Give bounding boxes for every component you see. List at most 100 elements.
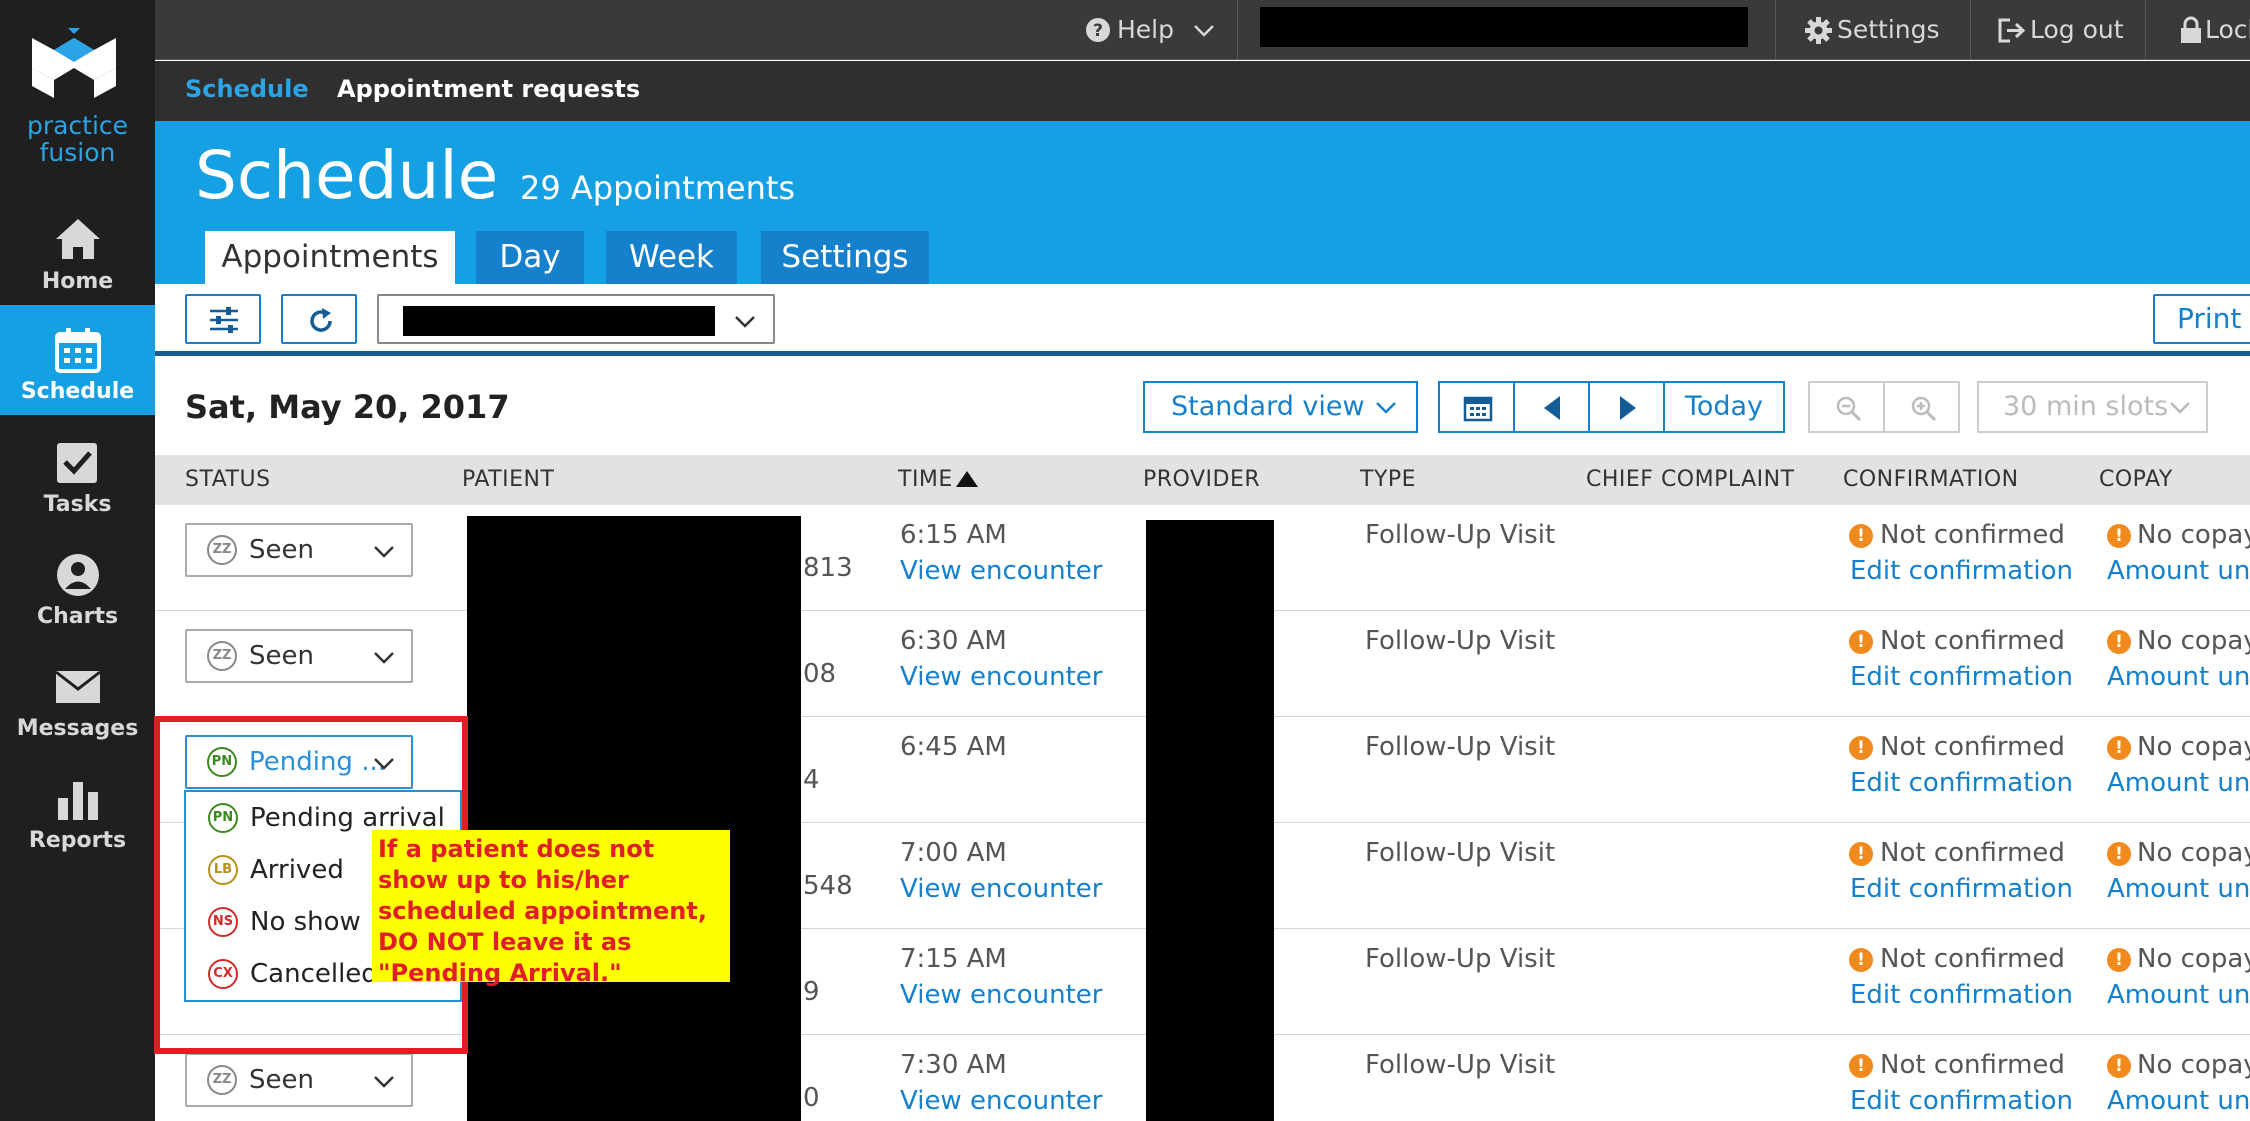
redacted-user-name <box>1260 7 1748 47</box>
zoom-in-button[interactable] <box>1883 381 1960 433</box>
bar-chart-icon <box>57 782 98 820</box>
appointment-type: Follow-Up Visit <box>1365 1050 1556 1080</box>
status-label: Seen <box>249 535 314 565</box>
logout-label: Log out <box>2030 15 2124 44</box>
chevron-down-icon <box>735 316 755 328</box>
warning-icon: ! <box>2107 524 2131 548</box>
confirmation-status: Not confirmed <box>1880 732 2065 762</box>
appointment-time: 6:15 AM <box>900 520 1007 550</box>
warning-icon: ! <box>2107 842 2131 866</box>
view-encounter-link[interactable]: View encounter <box>900 874 1102 904</box>
warning-icon: ! <box>1849 524 1873 548</box>
provider-select[interactable] <box>377 294 775 344</box>
settings-link[interactable]: Settings <box>1805 0 1955 60</box>
tab-day[interactable]: Day <box>476 231 584 284</box>
view-encounter-link[interactable]: View encounter <box>900 1086 1102 1116</box>
edit-confirmation-link[interactable]: Edit confirmation <box>1850 556 2073 586</box>
refresh-button[interactable] <box>281 294 357 344</box>
edit-confirmation-link[interactable]: Edit confirmation <box>1850 768 2073 798</box>
column-time[interactable]: TIME <box>898 455 953 505</box>
svg-text:?: ? <box>1093 21 1103 41</box>
view-encounter-link[interactable]: View encounter <box>900 980 1102 1010</box>
top-bar: ? Help Settings Log out Lock <box>155 0 2250 60</box>
lock-icon <box>2181 16 2201 43</box>
edit-confirmation-link[interactable]: Edit confirmation <box>1850 662 2073 692</box>
view-encounter-link[interactable]: View encounter <box>900 556 1102 586</box>
sub-navigation: Schedule Appointment requests <box>155 61 2250 121</box>
copay-amount-link[interactable]: Amount unk <box>2107 980 2250 1010</box>
patient-id-fragment: 548 <box>803 871 853 901</box>
appointment-type: Follow-Up Visit <box>1365 838 1556 868</box>
column-type[interactable]: TYPE <box>1360 455 1416 505</box>
warning-icon: ! <box>1849 948 1873 972</box>
appointment-count: 29 Appointments <box>520 169 796 207</box>
sidebar-item-home[interactable]: Home <box>0 195 155 305</box>
copay-status: No copay <box>2137 1050 2250 1080</box>
tab-appointments[interactable]: Appointments <box>205 231 455 284</box>
copay-amount-link[interactable]: Amount unk <box>2107 874 2250 904</box>
status-dropdown[interactable]: ZZ Seen <box>185 629 413 683</box>
column-copay[interactable]: COPAY <box>2099 455 2173 505</box>
patient-id-fragment: 4 <box>803 765 820 795</box>
copay-amount-link[interactable]: Amount unk <box>2107 556 2250 586</box>
status-dropdown[interactable]: ZZ Seen <box>185 1053 413 1107</box>
sidebar-item-messages[interactable]: Messages <box>0 642 155 752</box>
confirmation-status: Not confirmed <box>1880 1050 2065 1080</box>
sliders-icon <box>210 307 238 333</box>
logout-link[interactable]: Log out <box>1998 0 2138 60</box>
zoom-out-icon <box>1836 396 1862 422</box>
chevron-down-icon <box>2170 402 2190 414</box>
chevron-down-icon <box>1376 402 1396 414</box>
status-badge: ZZ <box>207 641 237 671</box>
sort-ascending-icon <box>956 471 978 487</box>
sidebar-item-tasks[interactable]: Tasks <box>0 418 155 528</box>
table-header: STATUS PATIENT TIME PROVIDER TYPE CHIEF … <box>155 455 2250 505</box>
edit-confirmation-link[interactable]: Edit confirmation <box>1850 874 2073 904</box>
copay-amount-link[interactable]: Amount unk <box>2107 662 2250 692</box>
column-provider[interactable]: PROVIDER <box>1143 455 1260 505</box>
tab-week[interactable]: Week <box>606 231 737 284</box>
appointment-type: Follow-Up Visit <box>1365 520 1556 550</box>
filter-button[interactable] <box>185 294 261 344</box>
schedule-header: Schedule 29 Appointments Appointments Da… <box>155 121 2250 284</box>
copay-amount-link[interactable]: Amount unk <box>2107 768 2250 798</box>
copay-status: No copay <box>2137 944 2250 974</box>
status-badge: ZZ <box>207 1065 237 1095</box>
previous-day-button[interactable] <box>1513 381 1590 433</box>
lock-link[interactable]: Lock <box>2180 0 2250 60</box>
redacted-patient-names <box>467 516 801 1121</box>
sidebar-item-label: Schedule <box>20 379 135 404</box>
column-confirmation[interactable]: CONFIRMATION <box>1843 455 2019 505</box>
edit-confirmation-link[interactable]: Edit confirmation <box>1850 980 2073 1010</box>
column-patient[interactable]: PATIENT <box>462 455 554 505</box>
sidebar-item-schedule[interactable]: Schedule <box>0 305 155 415</box>
status-label: Seen <box>249 641 314 671</box>
appointment-time: 7:15 AM <box>900 944 1007 974</box>
tab-settings[interactable]: Settings <box>761 231 929 284</box>
appointment-type: Follow-Up Visit <box>1365 626 1556 656</box>
status-badge: ZZ <box>207 535 237 565</box>
appointment-time: 7:30 AM <box>900 1050 1007 1080</box>
column-chief-complaint[interactable]: CHIEF COMPLAINT <box>1586 455 1795 505</box>
view-encounter-link[interactable]: View encounter <box>900 662 1102 692</box>
copay-status: No copay <box>2137 520 2250 550</box>
date-picker-button[interactable] <box>1438 381 1515 433</box>
next-day-button[interactable] <box>1588 381 1665 433</box>
edit-confirmation-link[interactable]: Edit confirmation <box>1850 1086 2073 1116</box>
status-dropdown[interactable]: ZZ Seen <box>185 523 413 577</box>
logo-text-fusion: fusion <box>39 138 116 167</box>
copay-status: No copay <box>2137 838 2250 868</box>
left-sidebar: practice fusion Home Schedule Tasks Char… <box>0 0 155 1121</box>
subnav-appointment-requests-link[interactable]: Appointment requests <box>337 61 640 121</box>
print-button[interactable]: Print <box>2153 294 2250 344</box>
sidebar-item-charts[interactable]: Charts <box>0 530 155 640</box>
slot-size-select[interactable]: 30 min slots <box>1977 381 2208 433</box>
column-status[interactable]: STATUS <box>185 455 271 505</box>
today-button[interactable]: Today <box>1663 381 1785 433</box>
confirmation-status: Not confirmed <box>1880 944 2065 974</box>
subnav-schedule-link[interactable]: Schedule <box>185 61 309 121</box>
zoom-out-button[interactable] <box>1808 381 1885 433</box>
copay-amount-link[interactable]: Amount unk <box>2107 1086 2250 1116</box>
view-select[interactable]: Standard view <box>1143 381 1418 433</box>
sidebar-item-reports[interactable]: Reports <box>0 754 155 864</box>
